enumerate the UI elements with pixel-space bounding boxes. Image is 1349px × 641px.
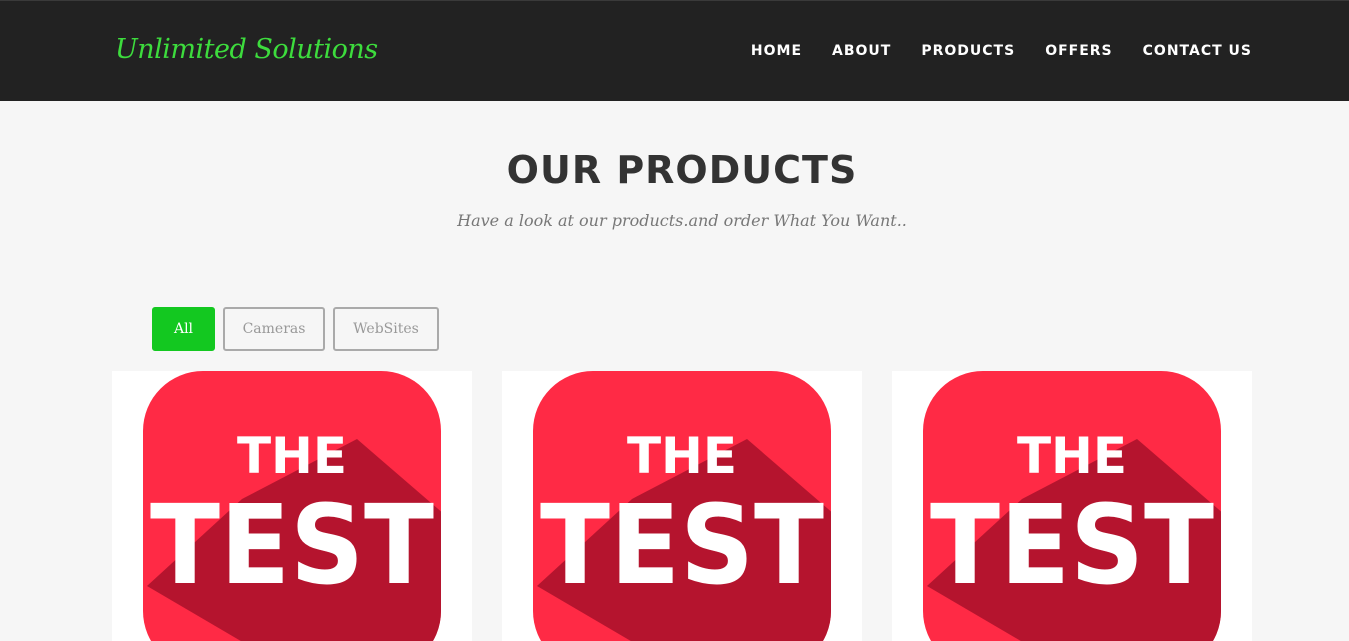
the-test-app-icon: THE TEST bbox=[143, 371, 441, 641]
filter-cameras-button[interactable]: Cameras bbox=[223, 307, 325, 351]
filter-group: All Cameras WebSites bbox=[152, 307, 439, 351]
filter-all-button[interactable]: All bbox=[152, 307, 215, 351]
nav-menu: HOME ABOUT PRODUCTS OFFERS CONTACT US bbox=[751, 43, 1252, 59]
section-title: OUR PRODUCTS bbox=[506, 148, 858, 192]
icon-text-line2: TEST bbox=[930, 481, 1214, 609]
the-test-app-icon: THE TEST bbox=[923, 371, 1221, 641]
icon-text-line2: TEST bbox=[540, 481, 824, 609]
the-test-app-icon: THE TEST bbox=[533, 371, 831, 641]
icon-text-line1: THE bbox=[627, 427, 737, 485]
icon-text-line1: THE bbox=[237, 427, 347, 485]
product-card[interactable]: THE TEST bbox=[112, 371, 472, 641]
icon-text-line2: TEST bbox=[150, 481, 434, 609]
nav-home-link[interactable]: HOME bbox=[751, 43, 802, 59]
nav-contact-link[interactable]: CONTACT US bbox=[1143, 43, 1252, 59]
product-card[interactable]: THE TEST bbox=[502, 371, 862, 641]
icon-text-line1: THE bbox=[1017, 427, 1127, 485]
navbar: Unlimited Solutions HOME ABOUT PRODUCTS … bbox=[0, 0, 1349, 101]
filter-websites-button[interactable]: WebSites bbox=[333, 307, 439, 351]
product-card[interactable]: THE TEST bbox=[892, 371, 1252, 641]
nav-offers-link[interactable]: OFFERS bbox=[1045, 43, 1112, 59]
section-subtitle: Have a look at our products.and order Wh… bbox=[457, 211, 907, 230]
brand-logo[interactable]: Unlimited Solutions bbox=[115, 34, 378, 65]
nav-products-link[interactable]: PRODUCTS bbox=[921, 43, 1015, 59]
nav-about-link[interactable]: ABOUT bbox=[832, 43, 891, 59]
